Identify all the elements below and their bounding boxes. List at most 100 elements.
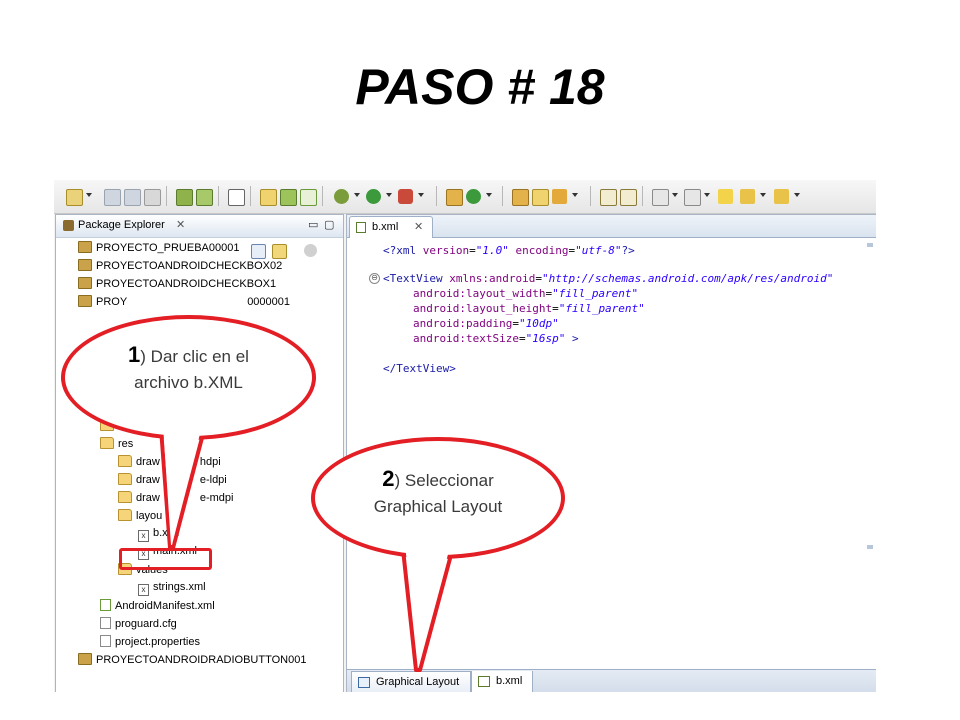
tree-item[interactable]: PROYECTOANDROIDCHECKBOX1 <box>78 277 276 294</box>
run-icon[interactable] <box>366 189 381 204</box>
view-menu-icon[interactable] <box>304 244 317 257</box>
xml-value: "16sp" <box>525 332 566 345</box>
chevron-down-icon[interactable] <box>672 193 678 197</box>
code-line-4[interactable]: android:layout_height="fill_parent" <box>413 301 645 316</box>
tree-item[interactable]: draw e-ldpi <box>118 473 227 490</box>
tree-item-label: strings.xml <box>153 581 206 593</box>
tree-item[interactable]: layou <box>118 509 162 526</box>
lint-check-icon[interactable] <box>228 189 245 206</box>
code-line-7[interactable]: </TextView> <box>383 361 456 376</box>
chevron-down-icon[interactable] <box>760 193 766 197</box>
tree-item-label: draw <box>136 456 160 468</box>
search-icon[interactable] <box>600 189 617 206</box>
tree-item[interactable]: PROYECTOANDROIDRADIOBUTTON001 <box>78 653 306 670</box>
back-icon[interactable] <box>740 189 755 204</box>
new-junit-icon[interactable] <box>280 189 297 206</box>
forward-icon[interactable] <box>774 189 789 204</box>
xml-value: "1.0" <box>475 244 509 257</box>
xml-attr: encoding <box>508 244 569 257</box>
debug-icon[interactable] <box>334 189 349 204</box>
xml-declaration-close: ?> <box>621 244 635 257</box>
b-xml-highlight <box>119 548 212 570</box>
maximize-icon[interactable]: ▢ <box>324 218 334 231</box>
print-icon[interactable] <box>144 189 161 206</box>
chevron-down-icon[interactable] <box>572 193 578 197</box>
tree-item-label: PROYECTOANDROIDCHECKBOX02 <box>96 260 283 272</box>
tree-item[interactable]: PROYECTOANDROIDCHECKBOX02 <box>78 259 282 276</box>
tree-item[interactable]: PROY 0000001 <box>78 295 290 312</box>
previous-annotation-icon[interactable] <box>684 189 701 206</box>
xml-attr: android:layout_width <box>413 287 546 300</box>
tree-item[interactable]: PROYECTO_PRUEBA00001 <box>78 241 239 258</box>
open-type-icon[interactable] <box>512 189 529 206</box>
link-with-editor-icon[interactable] <box>272 244 287 259</box>
code-line-3[interactable]: android:layout_width="fill_parent" <box>413 286 638 301</box>
new-class-icon[interactable] <box>466 189 481 204</box>
manifest-file-icon <box>100 599 111 611</box>
tree-item[interactable]: AndroidManifest.xml <box>100 599 215 616</box>
chevron-down-icon[interactable] <box>486 193 492 197</box>
tree-item[interactable]: x b.xml <box>138 527 179 544</box>
new-icon[interactable] <box>66 189 83 206</box>
chevron-down-icon[interactable] <box>86 193 92 197</box>
xml-attr: version <box>422 244 470 257</box>
chevron-down-icon[interactable] <box>354 193 360 197</box>
overview-ruler-mark[interactable] <box>867 243 873 247</box>
tree-item[interactable]: x strings.xml <box>138 581 206 598</box>
next-annotation-icon[interactable] <box>652 189 669 206</box>
close-icon[interactable]: ✕ <box>414 220 423 233</box>
code-line-2[interactable]: <TextView xmlns:android="http://schemas.… <box>383 271 833 286</box>
tab-b-xml-source[interactable]: b.xml <box>471 671 533 692</box>
xml-value: "fill_parent" <box>552 287 639 300</box>
xml-attr: android:textSize <box>413 332 519 345</box>
save-icon[interactable] <box>104 189 121 206</box>
callout-step-2-line-2: Graphical Layout <box>373 497 503 516</box>
code-line-1[interactable]: <?xml version="1.0" encoding="utf-8"?> <box>383 243 635 258</box>
tab-graphical-layout[interactable]: Graphical Layout <box>351 671 471 692</box>
xml-file-icon: x <box>138 584 149 596</box>
package-explorer-panel: Package Explorer ✕ ▭ ▢ PROYECTO_PRUEBA00… <box>55 214 344 692</box>
android-sdk-icon[interactable] <box>176 189 193 206</box>
folder-icon <box>118 473 132 485</box>
new-xml-file-icon[interactable] <box>300 189 317 206</box>
toolbar-separator <box>502 186 503 206</box>
xml-tag-open: <TextView <box>383 272 450 285</box>
chevron-down-icon[interactable] <box>386 193 392 197</box>
tab-graphical-layout-label: Graphical Layout <box>376 676 460 688</box>
code-line-5[interactable]: android:padding="10dp" <box>413 316 559 331</box>
toolbar-separator <box>436 186 437 206</box>
toolbar-separator <box>218 186 219 206</box>
fold-toggle-icon[interactable]: ⊖ <box>369 273 380 284</box>
new-package-icon[interactable] <box>446 189 463 206</box>
tree-item[interactable]: proguard.cfg <box>100 617 177 634</box>
save-all-icon[interactable] <box>124 189 141 206</box>
tree-item-label: PROY <box>96 296 128 308</box>
tree-item[interactable]: draw hdpi <box>118 455 221 472</box>
xml-file-icon <box>478 676 490 687</box>
tree-item-label-tail: e-ldpi <box>199 474 227 486</box>
editor-tab-b-xml[interactable]: b.xml ✕ <box>349 216 433 238</box>
annotation-icon[interactable] <box>620 189 637 206</box>
last-edit-icon[interactable] <box>718 189 733 204</box>
overview-ruler-mark[interactable] <box>867 545 873 549</box>
collapse-all-icon[interactable] <box>251 244 266 259</box>
tree-item[interactable]: draw e-mdpi <box>118 491 233 508</box>
chevron-down-icon[interactable] <box>794 193 800 197</box>
tree-item[interactable]: project.properties <box>100 635 200 652</box>
chevron-down-icon[interactable] <box>704 193 710 197</box>
android-avd-icon[interactable] <box>196 189 213 206</box>
close-icon[interactable]: ✕ <box>176 218 185 231</box>
new-android-project-icon[interactable] <box>260 189 277 206</box>
folder-icon <box>118 491 132 503</box>
xml-equals: = <box>469 244 476 257</box>
tree-item[interactable]: res <box>100 437 133 454</box>
package-explorer-tab[interactable]: Package Explorer <box>78 219 165 231</box>
external-tools-icon[interactable] <box>398 189 413 204</box>
open-task-icon[interactable] <box>552 189 567 204</box>
code-line-6[interactable]: android:textSize="16sp" > <box>413 331 579 346</box>
xml-equals: = <box>552 302 559 315</box>
callout-step-1-number: 1 <box>128 342 141 367</box>
minimize-icon[interactable]: ▭ <box>308 218 318 231</box>
open-folder-icon[interactable] <box>532 189 549 206</box>
chevron-down-icon[interactable] <box>418 193 424 197</box>
